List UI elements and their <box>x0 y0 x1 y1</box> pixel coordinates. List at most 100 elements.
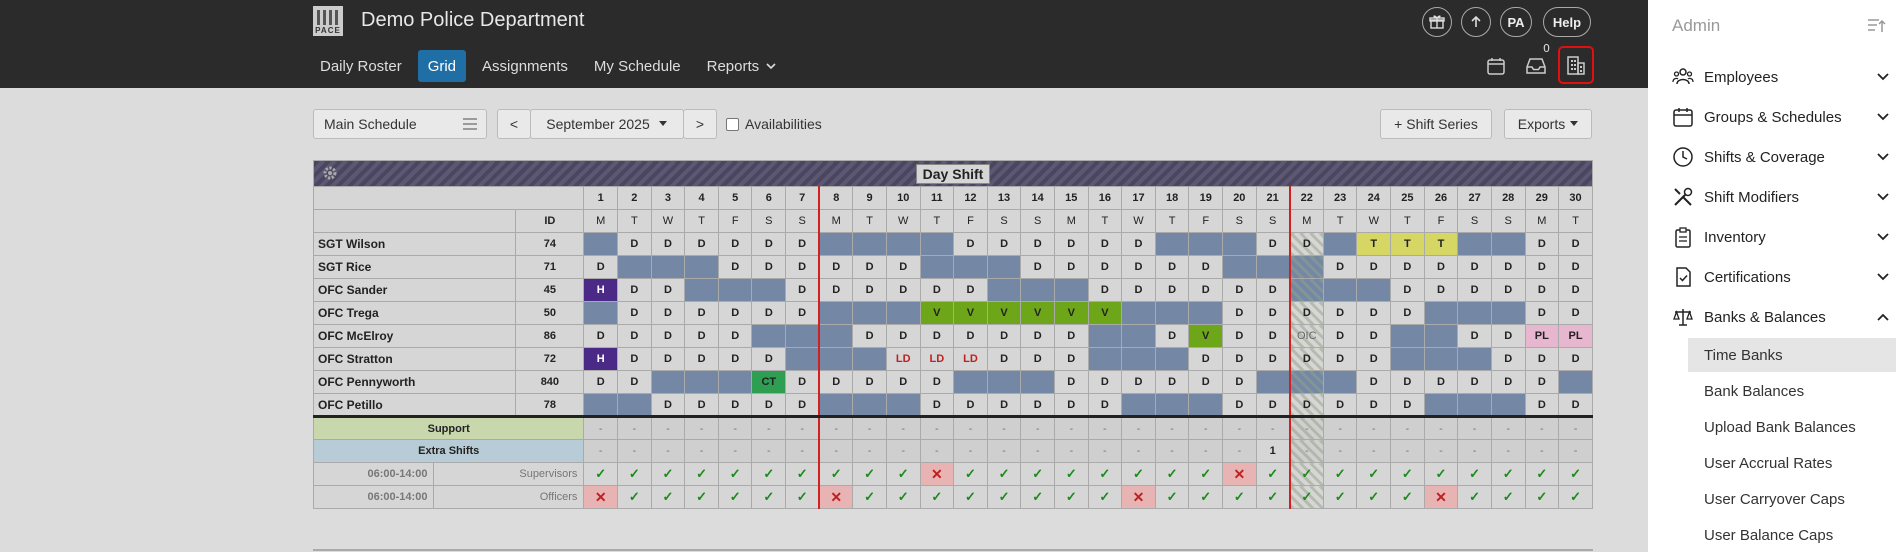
shift-cell[interactable]: D <box>1255 393 1291 418</box>
shift-cell[interactable] <box>617 393 652 418</box>
calendar-button[interactable] <box>1482 52 1510 80</box>
shift-cell[interactable] <box>1255 370 1291 394</box>
nav-grid[interactable]: Grid <box>417 50 467 82</box>
next-month-button[interactable]: > <box>683 109 717 139</box>
shift-cell[interactable]: D <box>1255 324 1291 348</box>
shift-cell[interactable] <box>1154 393 1190 418</box>
sidebar-item-employees[interactable]: Employees <box>1648 57 1904 97</box>
shift-cell[interactable] <box>885 301 921 325</box>
shift-cell[interactable]: D <box>717 347 753 371</box>
shift-cell[interactable]: PL <box>1524 324 1560 348</box>
shift-cell[interactable]: D <box>684 347 719 371</box>
shift-cell[interactable]: D <box>1087 232 1123 256</box>
shift-banner[interactable]: Day Shift <box>313 160 1593 187</box>
shift-cell[interactable] <box>684 255 719 279</box>
shift-cell[interactable]: D <box>1524 278 1560 302</box>
shift-cell[interactable] <box>1322 370 1358 394</box>
shift-cell[interactable] <box>1490 232 1526 256</box>
employee-name[interactable]: SGT Rice <box>312 255 517 279</box>
nav-daily-roster[interactable]: Daily Roster <box>310 50 412 82</box>
shift-cell[interactable] <box>953 370 988 394</box>
shift-cell[interactable] <box>1121 347 1156 371</box>
shift-cell[interactable] <box>1020 278 1055 302</box>
shift-cell[interactable]: V <box>1020 301 1055 325</box>
shift-cell[interactable]: D <box>1288 393 1324 418</box>
shift-cell[interactable]: D <box>953 232 988 256</box>
shift-cell[interactable]: D <box>1490 324 1526 348</box>
shift-cell[interactable]: D <box>1154 324 1190 348</box>
shift-cell[interactable] <box>986 278 1022 302</box>
shift-cell[interactable] <box>785 324 820 348</box>
shift-cell[interactable]: D <box>717 232 753 256</box>
shift-cell[interactable]: D <box>1390 255 1425 279</box>
shift-cell[interactable]: V <box>953 301 988 325</box>
shift-cell[interactable]: D <box>1188 278 1224 302</box>
shift-cell[interactable]: D <box>1356 370 1392 394</box>
shift-cell[interactable]: V <box>1188 324 1224 348</box>
shift-cell[interactable] <box>1490 301 1526 325</box>
shift-cell[interactable] <box>1154 301 1190 325</box>
shift-cell[interactable]: D <box>1222 324 1257 348</box>
shift-cell[interactable] <box>1457 347 1492 371</box>
sidebar-item-groups-schedules[interactable]: Groups & Schedules <box>1648 97 1904 137</box>
shift-cell[interactable]: D <box>1322 324 1358 348</box>
shift-cell[interactable] <box>1423 324 1459 348</box>
user-initials-button[interactable]: PA <box>1500 7 1532 37</box>
shift-cell[interactable]: D <box>785 370 820 394</box>
prev-month-button[interactable]: < <box>497 109 531 139</box>
shift-cell[interactable]: D <box>986 393 1022 418</box>
shift-cell[interactable]: D <box>1322 301 1358 325</box>
shift-cell[interactable] <box>1423 301 1459 325</box>
shift-cell[interactable] <box>1457 232 1492 256</box>
shift-cell[interactable] <box>1222 255 1257 279</box>
shift-cell[interactable]: PL <box>1558 324 1593 348</box>
shift-cell[interactable]: D <box>1490 255 1526 279</box>
shift-cell[interactable] <box>986 255 1022 279</box>
shift-cell[interactable]: D <box>1222 347 1257 371</box>
shift-cell[interactable]: D <box>852 324 887 348</box>
shift-cell[interactable]: D <box>684 324 719 348</box>
shift-cell[interactable]: D <box>1524 232 1560 256</box>
shift-cell[interactable]: D <box>1524 370 1560 394</box>
shift-cell[interactable] <box>953 255 988 279</box>
shift-cell[interactable] <box>852 301 887 325</box>
sidebar-subitem-upload-bank-balances[interactable]: Upload Bank Balances <box>1688 410 1896 444</box>
help-button[interactable]: Help <box>1543 7 1591 37</box>
sidebar-item-shifts-coverage[interactable]: Shifts & Coverage <box>1648 137 1904 177</box>
shift-cell[interactable] <box>1288 255 1324 279</box>
gear-icon[interactable] <box>322 165 338 181</box>
shift-cell[interactable] <box>583 393 619 418</box>
shift-cell[interactable]: V <box>1053 301 1089 325</box>
shift-cell[interactable]: D <box>1053 255 1089 279</box>
shift-cell[interactable] <box>852 393 887 418</box>
shift-cell[interactable]: D <box>717 393 753 418</box>
shift-cell[interactable]: D <box>617 278 652 302</box>
shift-cell[interactable]: D <box>1222 393 1257 418</box>
app-logo[interactable]: PACE <box>313 6 343 36</box>
shift-cell[interactable]: D <box>1087 393 1123 418</box>
shift-cell[interactable] <box>1288 370 1324 394</box>
shift-cell[interactable]: D <box>1423 255 1459 279</box>
shift-cell[interactable] <box>818 301 854 325</box>
shift-cell[interactable] <box>1222 232 1257 256</box>
sidebar-subitem-user-carryover-caps[interactable]: User Carryover Caps <box>1688 482 1896 516</box>
shift-cell[interactable]: LD <box>885 347 921 371</box>
sidebar-subitem-time-banks[interactable]: Time Banks <box>1688 338 1896 372</box>
shift-cell[interactable]: D <box>1255 347 1291 371</box>
shift-cell[interactable]: D <box>1390 301 1425 325</box>
shift-cell[interactable]: D <box>1020 347 1055 371</box>
shift-cell[interactable]: D <box>1087 278 1123 302</box>
shift-cell[interactable] <box>785 347 820 371</box>
shift-cell[interactable]: D <box>1121 278 1156 302</box>
shift-cell[interactable]: D <box>818 278 854 302</box>
shift-cell[interactable]: D <box>1020 324 1055 348</box>
employee-name[interactable]: OFC Trega <box>312 301 517 325</box>
shift-cell[interactable]: D <box>583 370 619 394</box>
shift-cell[interactable] <box>818 347 854 371</box>
shift-cell[interactable] <box>1423 347 1459 371</box>
shift-cell[interactable] <box>1457 301 1492 325</box>
shift-cell[interactable]: D <box>852 255 887 279</box>
shift-cell[interactable] <box>1423 393 1459 418</box>
shift-cell[interactable]: D <box>852 278 887 302</box>
shift-cell[interactable]: D <box>1288 232 1324 256</box>
